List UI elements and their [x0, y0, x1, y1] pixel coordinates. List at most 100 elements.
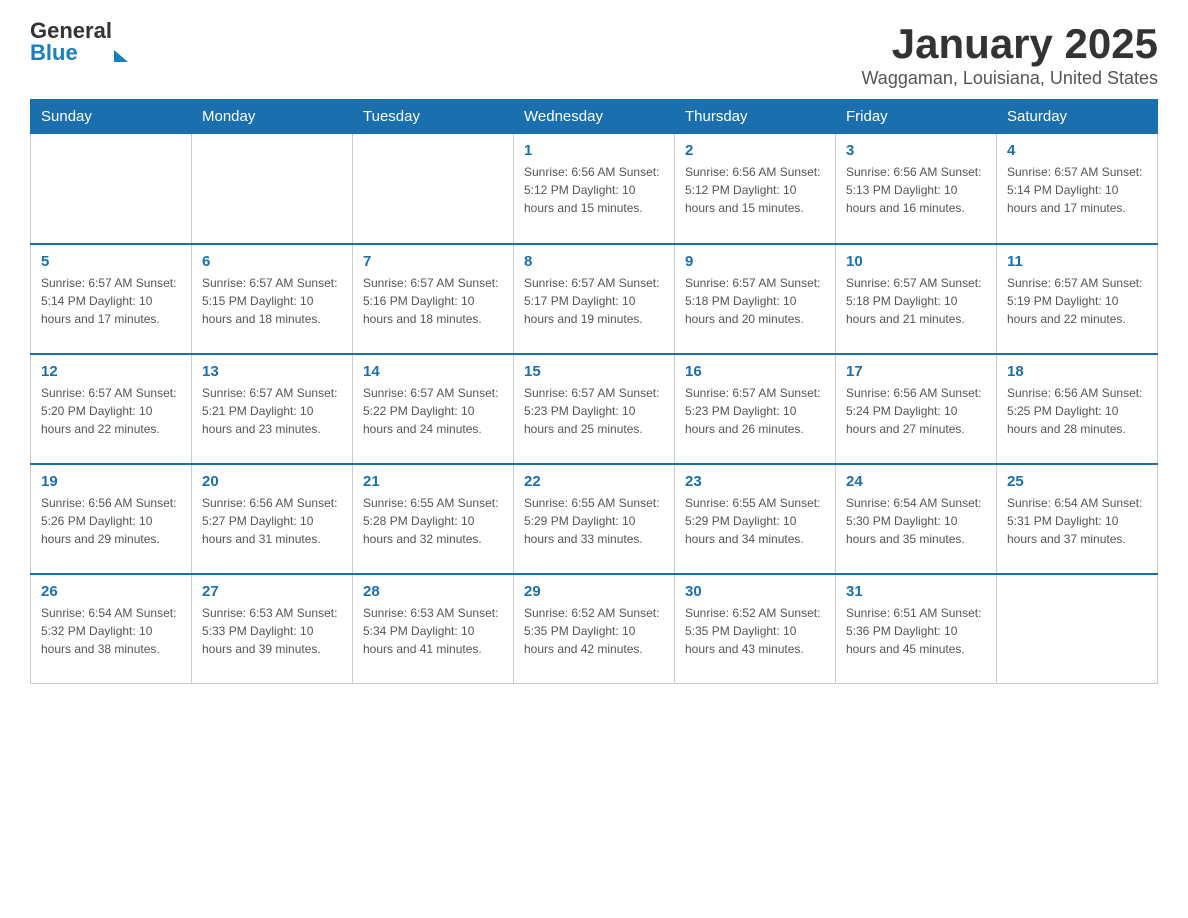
day-number: 19 [41, 473, 181, 490]
calendar-cell: 18 Sunrise: 6:56 AM Sunset: 5:25 PM Dayli… [997, 354, 1158, 464]
calendar-cell: 10Sunrise: 6:57 AM Sunset: 5:18 PM Dayli… [836, 244, 997, 354]
day-number: 9 [685, 253, 825, 270]
calendar-week-row: 1 Sunrise: 6:56 AM Sunset: 5:12 PM Daylig… [31, 134, 1158, 244]
calendar-cell: 25 Sunrise: 6:54 AM Sunset: 5:31 PM Dayli… [997, 464, 1158, 574]
day-info: Sunrise: 6:57 AM Sunset: 5:14 PM Dayligh… [1007, 163, 1147, 217]
day-number: 29 [524, 583, 664, 600]
calendar-cell [353, 134, 514, 244]
calendar-cell: 8Sunrise: 6:57 AM Sunset: 5:17 PM Daylig… [514, 244, 675, 354]
logo-general-text: General [30, 20, 112, 42]
calendar-cell: 15 Sunrise: 6:57 AM Sunset: 5:23 PM Dayli… [514, 354, 675, 464]
day-number: 1 [524, 142, 664, 159]
day-info: Sunrise: 6:57 AM Sunset: 5:14 PM Dayligh… [41, 274, 181, 328]
day-number: 16 [685, 363, 825, 380]
calendar-table: SundayMondayTuesdayWednesdayThursdayFrid… [30, 99, 1158, 684]
weekday-header-thursday: Thursday [675, 100, 836, 134]
calendar-cell: 5 Sunrise: 6:57 AM Sunset: 5:14 PM Daylig… [31, 244, 192, 354]
calendar-cell: 11Sunrise: 6:57 AM Sunset: 5:19 PM Dayli… [997, 244, 1158, 354]
calendar-cell: 30Sunrise: 6:52 AM Sunset: 5:35 PM Dayli… [675, 574, 836, 684]
day-info: Sunrise: 6:53 AM Sunset: 5:33 PM Dayligh… [202, 604, 342, 658]
calendar-cell: 1 Sunrise: 6:56 AM Sunset: 5:12 PM Daylig… [514, 134, 675, 244]
day-number: 25 [1007, 473, 1147, 490]
calendar-cell: 9 Sunrise: 6:57 AM Sunset: 5:18 PM Daylig… [675, 244, 836, 354]
weekday-header-wednesday: Wednesday [514, 100, 675, 134]
day-info: Sunrise: 6:56 AM Sunset: 5:13 PM Dayligh… [846, 163, 986, 217]
day-info: Sunrise: 6:56 AM Sunset: 5:12 PM Dayligh… [524, 163, 664, 217]
day-number: 7 [363, 253, 503, 270]
day-number: 6 [202, 253, 342, 270]
calendar-cell: 24Sunrise: 6:54 AM Sunset: 5:30 PM Dayli… [836, 464, 997, 574]
calendar-cell: 28Sunrise: 6:53 AM Sunset: 5:34 PM Dayli… [353, 574, 514, 684]
day-info: Sunrise: 6:56 AM Sunset: 5:26 PM Dayligh… [41, 494, 181, 548]
day-number: 2 [685, 142, 825, 159]
day-info: Sunrise: 6:54 AM Sunset: 5:32 PM Dayligh… [41, 604, 181, 658]
day-number: 17 [846, 363, 986, 380]
page-header: General Blue January 2025 Waggaman, Loui… [30, 20, 1158, 89]
calendar-cell: 22Sunrise: 6:55 AM Sunset: 5:29 PM Dayli… [514, 464, 675, 574]
calendar-cell: 23 Sunrise: 6:55 AM Sunset: 5:29 PM Dayli… [675, 464, 836, 574]
day-info: Sunrise: 6:57 AM Sunset: 5:23 PM Dayligh… [685, 384, 825, 438]
calendar-subtitle: Waggaman, Louisiana, United States [861, 68, 1158, 89]
day-number: 15 [524, 363, 664, 380]
weekday-header-tuesday: Tuesday [353, 100, 514, 134]
calendar-header-row: SundayMondayTuesdayWednesdayThursdayFrid… [31, 100, 1158, 134]
calendar-cell: 27Sunrise: 6:53 AM Sunset: 5:33 PM Dayli… [192, 574, 353, 684]
logo: General Blue [30, 20, 128, 64]
day-info: Sunrise: 6:52 AM Sunset: 5:35 PM Dayligh… [524, 604, 664, 658]
weekday-header-friday: Friday [836, 100, 997, 134]
calendar-cell: 16 Sunrise: 6:57 AM Sunset: 5:23 PM Dayli… [675, 354, 836, 464]
day-number: 10 [846, 253, 986, 270]
day-info: Sunrise: 6:56 AM Sunset: 5:24 PM Dayligh… [846, 384, 986, 438]
day-info: Sunrise: 6:55 AM Sunset: 5:29 PM Dayligh… [685, 494, 825, 548]
day-number: 20 [202, 473, 342, 490]
logo-triangle-icon [114, 50, 128, 62]
day-number: 3 [846, 142, 986, 159]
calendar-cell: 4 Sunrise: 6:57 AM Sunset: 5:14 PM Daylig… [997, 134, 1158, 244]
day-info: Sunrise: 6:51 AM Sunset: 5:36 PM Dayligh… [846, 604, 986, 658]
day-number: 18 [1007, 363, 1147, 380]
calendar-cell: 29 Sunrise: 6:52 AM Sunset: 5:35 PM Dayli… [514, 574, 675, 684]
day-number: 11 [1007, 253, 1147, 270]
weekday-header-sunday: Sunday [31, 100, 192, 134]
weekday-header-saturday: Saturday [997, 100, 1158, 134]
calendar-cell: 2 Sunrise: 6:56 AM Sunset: 5:12 PM Daylig… [675, 134, 836, 244]
day-info: Sunrise: 6:54 AM Sunset: 5:31 PM Dayligh… [1007, 494, 1147, 548]
day-info: Sunrise: 6:55 AM Sunset: 5:28 PM Dayligh… [363, 494, 503, 548]
day-number: 24 [846, 473, 986, 490]
day-info: Sunrise: 6:57 AM Sunset: 5:23 PM Dayligh… [524, 384, 664, 438]
day-info: Sunrise: 6:57 AM Sunset: 5:16 PM Dayligh… [363, 274, 503, 328]
calendar-cell: 7 Sunrise: 6:57 AM Sunset: 5:16 PM Daylig… [353, 244, 514, 354]
weekday-header-monday: Monday [192, 100, 353, 134]
day-number: 28 [363, 583, 503, 600]
calendar-week-row: 5 Sunrise: 6:57 AM Sunset: 5:14 PM Daylig… [31, 244, 1158, 354]
calendar-cell: 17 Sunrise: 6:56 AM Sunset: 5:24 PM Dayli… [836, 354, 997, 464]
calendar-cell: 14Sunrise: 6:57 AM Sunset: 5:22 PM Dayli… [353, 354, 514, 464]
calendar-cell: 19 Sunrise: 6:56 AM Sunset: 5:26 PM Dayli… [31, 464, 192, 574]
calendar-week-row: 19 Sunrise: 6:56 AM Sunset: 5:26 PM Dayli… [31, 464, 1158, 574]
day-number: 5 [41, 253, 181, 270]
calendar-cell: 31Sunrise: 6:51 AM Sunset: 5:36 PM Dayli… [836, 574, 997, 684]
day-number: 21 [363, 473, 503, 490]
calendar-title: January 2025 [861, 20, 1158, 68]
calendar-cell: 13 Sunrise: 6:57 AM Sunset: 5:21 PM Dayli… [192, 354, 353, 464]
day-info: Sunrise: 6:56 AM Sunset: 5:12 PM Dayligh… [685, 163, 825, 217]
day-number: 14 [363, 363, 503, 380]
calendar-cell [31, 134, 192, 244]
calendar-title-block: January 2025 Waggaman, Louisiana, United… [861, 20, 1158, 89]
calendar-week-row: 26Sunrise: 6:54 AM Sunset: 5:32 PM Dayli… [31, 574, 1158, 684]
day-number: 4 [1007, 142, 1147, 159]
day-number: 23 [685, 473, 825, 490]
calendar-cell: 3 Sunrise: 6:56 AM Sunset: 5:13 PM Daylig… [836, 134, 997, 244]
day-info: Sunrise: 6:57 AM Sunset: 5:18 PM Dayligh… [685, 274, 825, 328]
calendar-cell [192, 134, 353, 244]
day-info: Sunrise: 6:57 AM Sunset: 5:15 PM Dayligh… [202, 274, 342, 328]
calendar-cell: 26Sunrise: 6:54 AM Sunset: 5:32 PM Dayli… [31, 574, 192, 684]
day-info: Sunrise: 6:55 AM Sunset: 5:29 PM Dayligh… [524, 494, 664, 548]
calendar-body: 1 Sunrise: 6:56 AM Sunset: 5:12 PM Daylig… [31, 134, 1158, 684]
day-info: Sunrise: 6:57 AM Sunset: 5:21 PM Dayligh… [202, 384, 342, 438]
day-number: 13 [202, 363, 342, 380]
day-info: Sunrise: 6:56 AM Sunset: 5:25 PM Dayligh… [1007, 384, 1147, 438]
day-info: Sunrise: 6:57 AM Sunset: 5:17 PM Dayligh… [524, 274, 664, 328]
day-number: 12 [41, 363, 181, 380]
day-info: Sunrise: 6:56 AM Sunset: 5:27 PM Dayligh… [202, 494, 342, 548]
